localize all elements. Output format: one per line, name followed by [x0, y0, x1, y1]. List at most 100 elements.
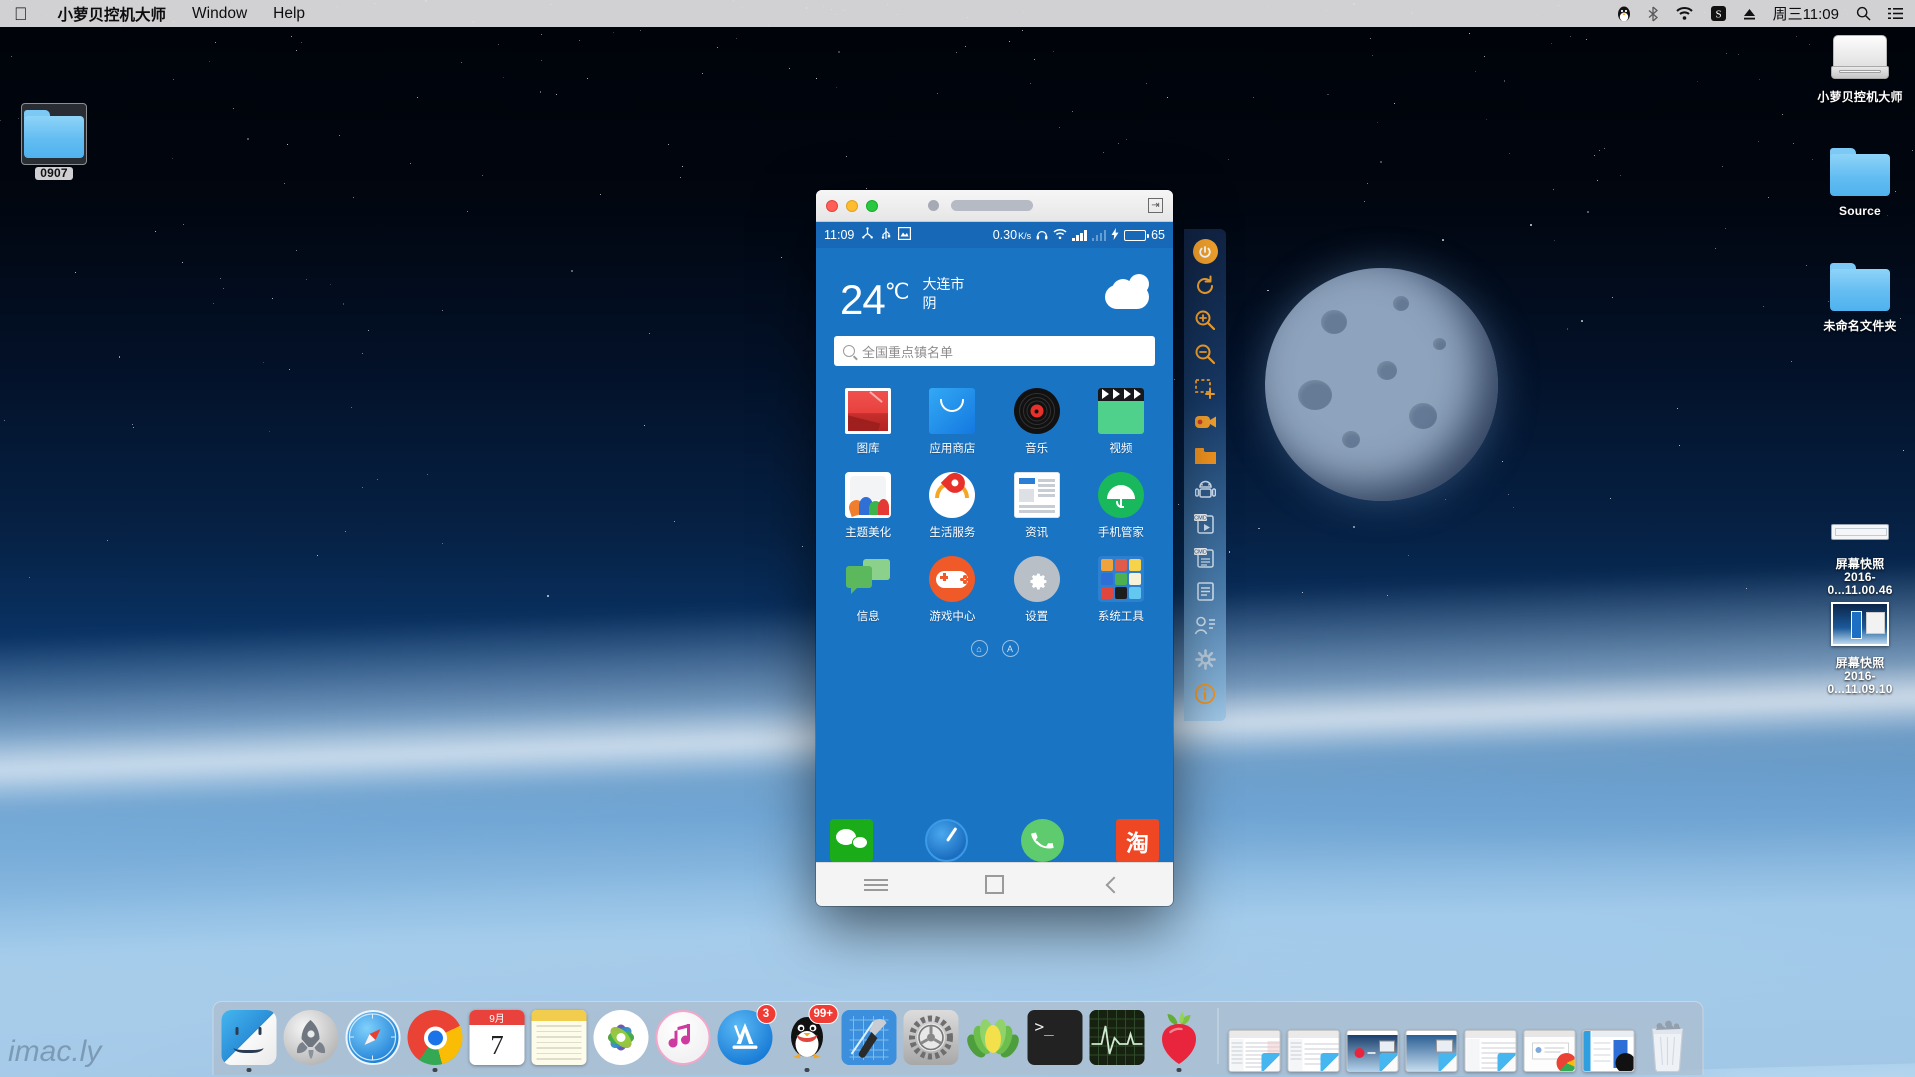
app-system-tools[interactable]: 系统工具: [1079, 556, 1163, 624]
dock-minimized-chrome-window[interactable]: [1522, 1006, 1577, 1072]
toolbar-dot-control[interactable]: [928, 200, 939, 211]
screenshot-icon: [898, 227, 911, 243]
dock-minimized-finder-3[interactable]: [1404, 1006, 1459, 1072]
dock-minimized-finder-2[interactable]: [1286, 1006, 1341, 1072]
dock-item-system-preferences[interactable]: [902, 1006, 960, 1072]
desktop-icon-label: Source: [1812, 205, 1908, 218]
dock-trash[interactable]: [1640, 1006, 1695, 1072]
desktop-icon-screenshot-2[interactable]: 屏幕快照 2016-0...11.09.10: [1812, 594, 1908, 696]
dock-minimized-finder-4[interactable]: [1463, 1006, 1518, 1072]
app-music[interactable]: 音乐: [995, 388, 1079, 456]
news-icon: [1014, 472, 1060, 518]
menu-clock[interactable]: 周三11:09: [1773, 3, 1839, 24]
window-titlebar[interactable]: ⇥: [816, 190, 1173, 222]
wifi-icon[interactable]: [1675, 6, 1694, 21]
search-text: 全国重点镇名单: [862, 342, 953, 361]
dock-item-chrome[interactable]: [406, 1006, 464, 1072]
folder-icon[interactable]: [1190, 441, 1220, 471]
weather-widget[interactable]: 24℃ 大连市 阴: [816, 248, 1173, 320]
app-gallery[interactable]: 图库: [826, 388, 910, 456]
notification-center-icon[interactable]: [1888, 7, 1903, 20]
app-news[interactable]: 资讯: [995, 472, 1079, 540]
desktop-icon-0907[interactable]: 0907: [6, 104, 102, 180]
menu-app-name[interactable]: 小萝贝控机大师: [58, 3, 167, 25]
desktop-icon-screenshot-1[interactable]: 屏幕快照 2016-0...11.00.46: [1812, 495, 1908, 597]
app-theme[interactable]: 主题美化: [826, 472, 910, 540]
menu-help[interactable]: Help: [273, 5, 305, 23]
back-chevron-icon[interactable]: [1084, 872, 1144, 898]
desktop-icon-untitled-folder[interactable]: 未命名文件夹: [1812, 257, 1908, 333]
desktop-icon-source[interactable]: Source: [1812, 142, 1908, 218]
phone-mirror-window[interactable]: ⇥ 11:09 0.30K/s: [816, 190, 1173, 906]
menu-window[interactable]: Window: [192, 5, 247, 23]
cmd-script-icon[interactable]: CMD: [1190, 543, 1220, 573]
screenshot-region-icon[interactable]: [1190, 373, 1220, 403]
dock-item-activity-monitor[interactable]: [1088, 1006, 1146, 1072]
phone-dialer-icon[interactable]: [1021, 819, 1064, 862]
app-messages[interactable]: 信息: [826, 556, 910, 624]
signal-dim-icon: [1092, 230, 1107, 241]
battery-level: 65: [1151, 228, 1165, 242]
dock-minimized-finder-1[interactable]: [1227, 1006, 1282, 1072]
menu-icon[interactable]: [846, 872, 906, 898]
qq-penguin-icon[interactable]: [1617, 6, 1631, 22]
app-label: 手机管家: [1079, 524, 1163, 540]
info-icon[interactable]: [1190, 679, 1220, 709]
bluetooth-icon[interactable]: [1648, 6, 1658, 22]
dock-minimized-mirror-window[interactable]: [1345, 1006, 1400, 1072]
app-video[interactable]: 视频: [1079, 388, 1163, 456]
desktop-icon-label-line2: 2016-0...11.00.46: [1827, 570, 1892, 597]
dock-item-radish-app[interactable]: [1150, 1006, 1208, 1072]
dock-item-safari[interactable]: [344, 1006, 402, 1072]
folder-icon: [22, 104, 86, 164]
screen-record-icon[interactable]: [1190, 407, 1220, 437]
zoom-out-icon[interactable]: [1190, 339, 1220, 369]
taobao-icon[interactable]: 淘: [1116, 819, 1159, 862]
dock-item-finder[interactable]: [220, 1006, 278, 1072]
apps-page-dot[interactable]: A: [1002, 640, 1019, 657]
app-settings[interactable]: 设置: [995, 556, 1079, 624]
window-close-button[interactable]: [826, 200, 838, 212]
search-input[interactable]: 全国重点镇名单: [834, 336, 1155, 366]
window-minimize-button[interactable]: [846, 200, 858, 212]
browser-compass-icon[interactable]: [925, 819, 968, 862]
home-square-icon[interactable]: [965, 872, 1025, 898]
window-zoom-button[interactable]: [866, 200, 878, 212]
android-robot-icon[interactable]: [1190, 475, 1220, 505]
document-icon[interactable]: [1190, 577, 1220, 607]
calendar-day: 7: [470, 1025, 525, 1065]
cmd-run-icon[interactable]: CMD: [1190, 509, 1220, 539]
wechat-icon[interactable]: [830, 819, 873, 862]
dock-item-photos[interactable]: [592, 1006, 650, 1072]
dock-item-launchpad[interactable]: [282, 1006, 340, 1072]
apple-menu-icon[interactable]: : [14, 5, 28, 23]
dock-item-calendar[interactable]: 9月 7: [468, 1006, 526, 1072]
app-app-store[interactable]: 应用商店: [910, 388, 994, 456]
sogou-input-icon[interactable]: S: [1711, 6, 1726, 21]
calendar-month: 9月: [470, 1010, 525, 1025]
dock-item-app-store[interactable]: 3: [716, 1006, 774, 1072]
app-phone-manager[interactable]: 手机管家: [1079, 472, 1163, 540]
desktop-icon-app-disk[interactable]: 小萝贝控机大师: [1812, 28, 1908, 104]
dock-item-lotus-app[interactable]: [964, 1006, 1022, 1072]
app-life-service[interactable]: 生活服务: [910, 472, 994, 540]
dock-item-itunes[interactable]: [654, 1006, 712, 1072]
phone-status-bar: 11:09 0.30K/s: [816, 222, 1173, 248]
dock-item-terminal[interactable]: >_: [1026, 1006, 1084, 1072]
app-game-center[interactable]: 游戏中心: [910, 556, 994, 624]
home-page-dot[interactable]: ⌂: [971, 640, 988, 657]
zoom-in-icon[interactable]: [1190, 305, 1220, 335]
dock-item-xcode[interactable]: [840, 1006, 898, 1072]
refresh-icon[interactable]: [1190, 271, 1220, 301]
dock-item-notes[interactable]: [530, 1006, 588, 1072]
spotlight-search-icon[interactable]: [1856, 6, 1871, 21]
dock-minimized-qq-window[interactable]: [1581, 1006, 1636, 1072]
fullscreen-toggle-icon[interactable]: ⇥: [1148, 198, 1163, 213]
contacts-icon[interactable]: [1190, 611, 1220, 641]
eject-icon[interactable]: [1743, 7, 1756, 21]
settings-gear-icon[interactable]: [1190, 645, 1220, 675]
toolbar-pill-control[interactable]: [951, 200, 1033, 211]
dock-item-qq[interactable]: 99+: [778, 1006, 836, 1072]
power-icon[interactable]: [1190, 237, 1220, 267]
phone-screen[interactable]: 11:09 0.30K/s: [816, 222, 1173, 906]
